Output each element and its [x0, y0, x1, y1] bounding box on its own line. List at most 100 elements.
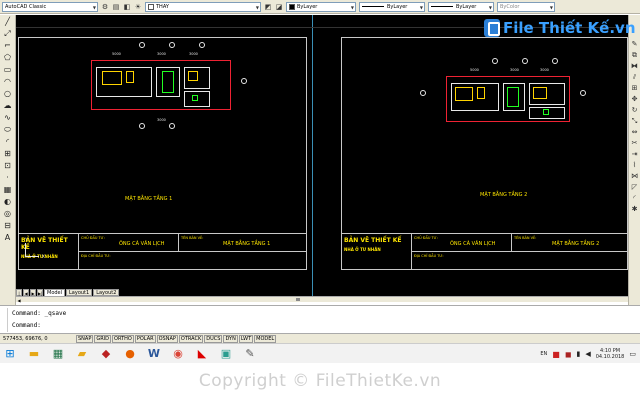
circle-icon[interactable]: ○: [2, 89, 13, 99]
excel-icon[interactable]: ▦: [48, 345, 68, 363]
owner-label: CHỦ ĐẦU TƯ:: [414, 236, 438, 240]
command-prompt[interactable]: Command:: [12, 322, 41, 329]
clock[interactable]: 4:10 PM 04.10.2018: [596, 348, 625, 360]
insert-block-icon[interactable]: ⊞: [2, 149, 13, 159]
word-icon[interactable]: W: [144, 345, 164, 363]
file-manager-icon[interactable]: ▰: [72, 345, 92, 363]
bulb-icon[interactable]: ☀: [134, 3, 142, 11]
layer-state-icon[interactable]: ◧: [123, 3, 131, 11]
furniture-sofa: [102, 71, 122, 85]
fillet-icon[interactable]: ◜: [630, 194, 639, 202]
lwt-toggle[interactable]: LWT: [238, 334, 254, 343]
region-icon[interactable]: ◎: [2, 209, 13, 219]
color-control-dropdown[interactable]: ByLayer ▼: [286, 1, 356, 12]
next-tab-icon[interactable]: ▶: [30, 289, 36, 296]
drawing-canvas[interactable]: 5000 3000 3000 3000 MẶT BẰNG TẦNG 1 BẢN …: [16, 15, 628, 296]
revision-cloud-icon[interactable]: ☁: [2, 101, 13, 111]
model-toggle[interactable]: MODEL: [254, 334, 277, 343]
point-icon[interactable]: ·: [2, 173, 13, 183]
firefox-icon[interactable]: ●: [120, 345, 140, 363]
tab-layout2[interactable]: Layout2: [93, 289, 120, 296]
volume-icon[interactable]: ◀: [585, 350, 590, 358]
gear-icon[interactable]: ⚙: [101, 3, 109, 11]
gradient-icon[interactable]: ◐: [2, 197, 13, 207]
command-window-grip[interactable]: [2, 308, 8, 332]
tray-app-icon[interactable]: ■: [552, 350, 560, 359]
rotate-icon[interactable]: ↻: [630, 106, 639, 114]
explode-icon[interactable]: ✱: [630, 205, 639, 213]
chamfer-icon[interactable]: ◸: [630, 183, 639, 191]
logo-mark-icon: [484, 19, 500, 37]
copy-icon[interactable]: ⧉: [630, 51, 639, 59]
linetype-sample: [362, 6, 384, 7]
title-block-row-top: CHỦ ĐẦU TƯ: ÔNG CÀ VĂN LỊCH TÊN BẢN VẼ: …: [79, 234, 306, 252]
join-icon[interactable]: ⋈: [630, 172, 639, 180]
mirror-icon[interactable]: ⧓: [630, 62, 639, 70]
otrack-toggle[interactable]: OTRACK: [178, 334, 204, 343]
ducs-toggle[interactable]: DUCS: [204, 334, 223, 343]
acrobat-icon[interactable]: ◣: [192, 345, 212, 363]
last-tab-icon[interactable]: ▶|: [37, 289, 43, 296]
scrollbar-thumb[interactable]: [296, 298, 300, 301]
array-icon[interactable]: ⊞: [630, 84, 639, 92]
stretch-icon[interactable]: ⇔: [630, 128, 639, 136]
arc-icon[interactable]: ◠: [2, 77, 13, 87]
snap-toggle[interactable]: SNAP: [76, 334, 94, 343]
lineweight-control-dropdown[interactable]: ByLayer ▼: [428, 1, 494, 12]
erase-icon[interactable]: ✎: [630, 40, 639, 48]
start-windows-icon[interactable]: ⊞: [0, 345, 20, 363]
workspace-value: AutoCAD Classic: [5, 3, 47, 10]
language-indicator[interactable]: EN: [540, 351, 547, 357]
break-icon[interactable]: ⌇: [630, 161, 639, 169]
scale-icon[interactable]: ⤡: [630, 117, 639, 125]
ellipse-arc-icon[interactable]: ◜: [2, 137, 13, 147]
sheet-2[interactable]: 5000 3000 3000 MẶT BẰNG TẦNG 2 BẢN VẼ TH…: [341, 37, 628, 270]
sheet-1[interactable]: 5000 3000 3000 3000 MẶT BẰNG TẦNG 1 BẢN …: [18, 37, 307, 270]
polygon-icon[interactable]: ⬠: [2, 53, 13, 63]
table-icon[interactable]: ⊟: [2, 221, 13, 231]
linetype-control-dropdown[interactable]: ByLayer ▼: [359, 1, 425, 12]
autocad-icon[interactable]: ▣: [216, 345, 236, 363]
command-window[interactable]: Command: _qsave Command:: [0, 305, 640, 333]
construction-line-icon[interactable]: ⤢: [2, 29, 13, 39]
coordinates-readout[interactable]: 577453, 69676, 0: [0, 336, 76, 342]
dimension-label: 3000: [510, 68, 519, 72]
floor-plan-1[interactable]: [91, 60, 231, 110]
offset-icon[interactable]: ⫽: [630, 73, 639, 81]
tab-layout1[interactable]: Layout1: [66, 289, 93, 296]
make-block-icon[interactable]: ⊡: [2, 161, 13, 171]
first-tab-icon[interactable]: |◀: [16, 289, 22, 303]
chrome-icon[interactable]: ◉: [168, 345, 188, 363]
layer-previous-icon[interactable]: ◪: [275, 3, 283, 11]
mtext-icon[interactable]: A: [2, 233, 13, 243]
ortho-toggle[interactable]: ORTHO: [112, 334, 134, 343]
polyline-icon[interactable]: ⌐: [2, 41, 13, 51]
floor-plan-2[interactable]: [446, 76, 570, 122]
explorer-icon[interactable]: ▬: [24, 345, 44, 363]
tray-app-icon[interactable]: ◼: [565, 350, 572, 359]
horizontal-scrollbar[interactable]: [16, 296, 628, 302]
hatch-icon[interactable]: ▦: [2, 185, 13, 195]
rectangle-icon[interactable]: ▭: [2, 65, 13, 75]
dyn-toggle[interactable]: DYN: [223, 334, 238, 343]
plotstyle-control-dropdown[interactable]: ByColor ▼: [497, 1, 555, 12]
make-current-icon[interactable]: ◩: [264, 3, 272, 11]
trim-icon[interactable]: ✂: [630, 139, 639, 147]
layer-dropdown[interactable]: THAY ▼: [145, 1, 261, 12]
network-icon[interactable]: ▮: [576, 350, 580, 358]
polar-toggle[interactable]: POLAR: [134, 334, 156, 343]
workspace-dropdown[interactable]: AutoCAD Classic ▼: [2, 1, 98, 12]
move-icon[interactable]: ✥: [630, 95, 639, 103]
osnap-toggle[interactable]: OSNAP: [156, 334, 178, 343]
layer-properties-icon[interactable]: ▤: [112, 3, 120, 11]
prev-tab-icon[interactable]: ◀: [23, 289, 29, 296]
line-icon[interactable]: ╱: [2, 17, 13, 27]
spline-icon[interactable]: ∿: [2, 113, 13, 123]
extend-icon[interactable]: ⇥: [630, 150, 639, 158]
grid-toggle[interactable]: GRID: [94, 334, 112, 343]
app-icon[interactable]: ◆: [96, 345, 116, 363]
paint-icon[interactable]: ✎: [240, 345, 260, 363]
ellipse-icon[interactable]: ⬭: [2, 125, 13, 135]
notifications-icon[interactable]: ▭: [629, 350, 636, 358]
tab-model[interactable]: Model: [44, 289, 66, 296]
